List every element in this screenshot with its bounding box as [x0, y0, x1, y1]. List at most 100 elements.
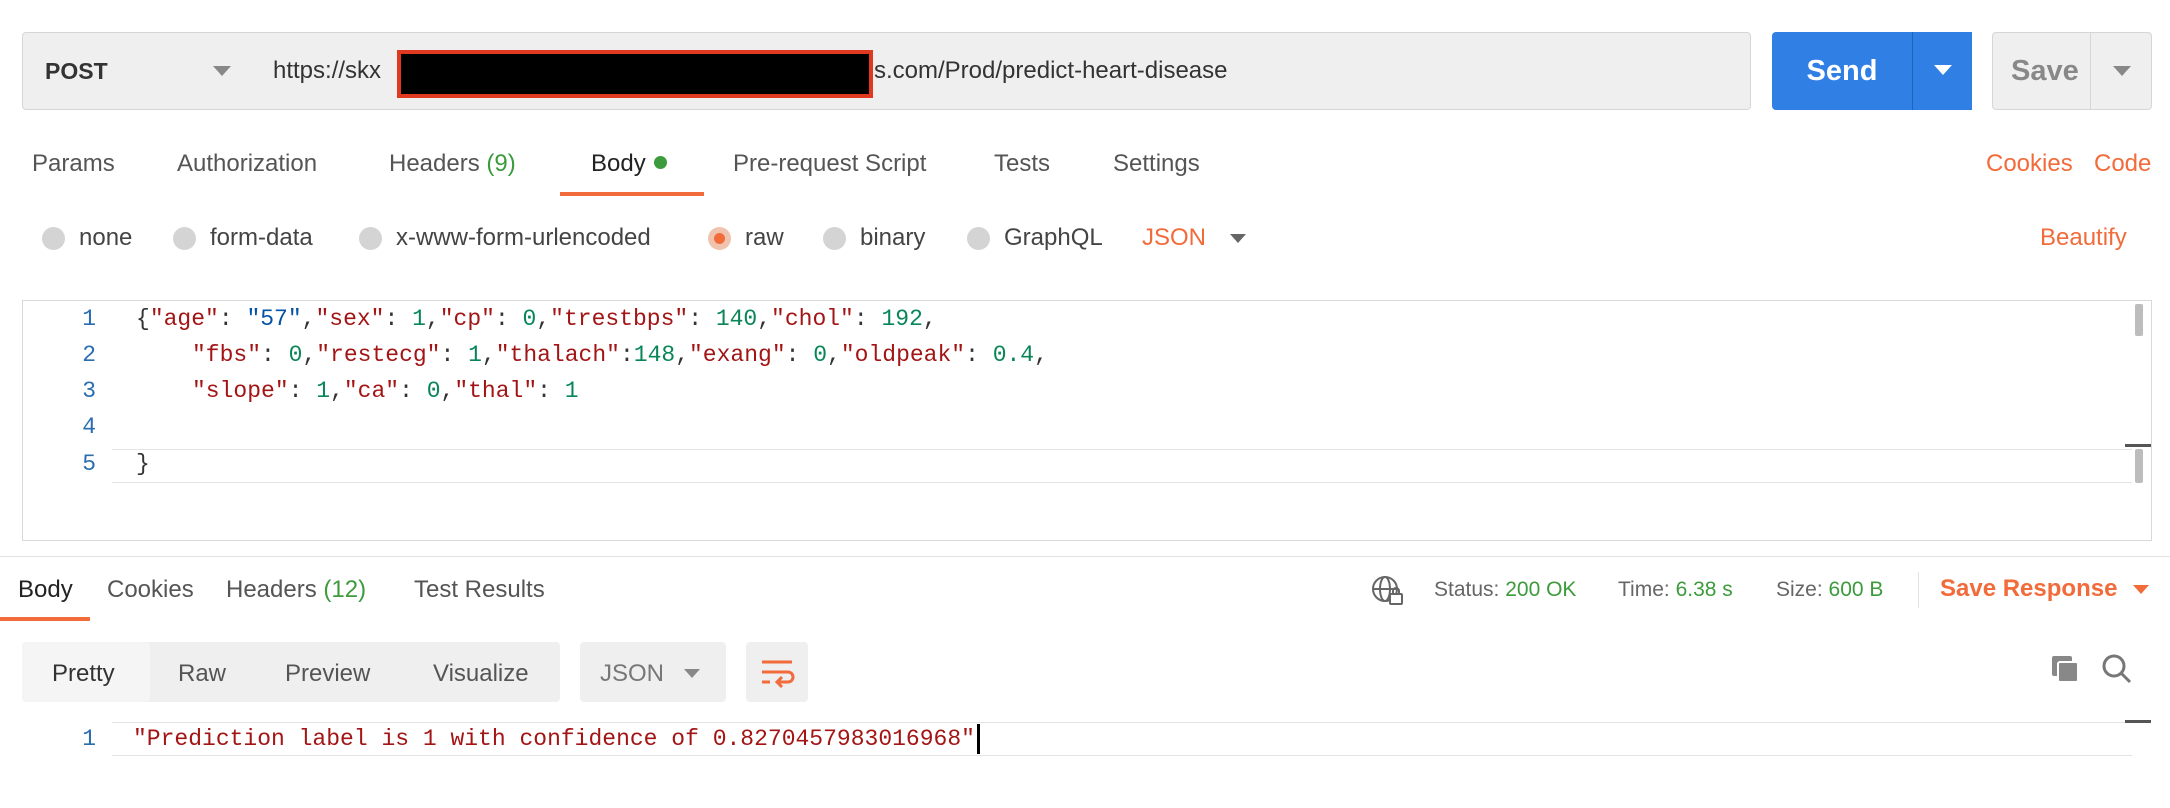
code-token: :: [494, 306, 523, 332]
code-link[interactable]: Code: [2094, 150, 2151, 178]
scroll-marker: [2125, 444, 2151, 447]
radio-icon: [42, 226, 65, 250]
body-type-binary[interactable]: binary: [823, 224, 925, 252]
code-token: :: [853, 306, 882, 332]
code-token: 0: [522, 306, 537, 332]
size-label: Size:: [1776, 578, 1823, 601]
tab-tests[interactable]: Tests: [994, 150, 1050, 178]
code-token: "cp": [439, 306, 495, 332]
raw-format-label: JSON: [1142, 224, 1207, 251]
send-options-button[interactable]: [1912, 32, 1972, 110]
save-options-button[interactable]: [2090, 32, 2152, 110]
code-token: 0: [426, 378, 441, 404]
view-preview-button[interactable]: Preview: [285, 660, 370, 688]
radio-icon: [823, 226, 846, 250]
search-icon[interactable]: [2100, 652, 2134, 686]
code-token: :: [384, 306, 413, 332]
radio-icon: [173, 226, 196, 250]
copy-icon[interactable]: [2048, 652, 2082, 686]
code-token: ,: [536, 306, 551, 332]
tab-body[interactable]: Body: [591, 150, 667, 178]
tab-pre-request-script[interactable]: Pre-request Script: [733, 150, 926, 178]
code-token: 1: [316, 378, 331, 404]
view-visualize-button[interactable]: Visualize: [433, 660, 529, 688]
editor-scrollbar[interactable]: [2135, 304, 2143, 336]
body-type-form-data[interactable]: form-data: [173, 224, 313, 252]
raw-format-select[interactable]: JSON: [1142, 224, 1247, 252]
radio-icon: [359, 226, 382, 250]
chevron-down-icon: [2113, 66, 2131, 76]
url-input[interactable]: https://skx s.com/Prod/predict-heart-dis…: [253, 32, 1751, 110]
response-tab-headers[interactable]: Headers (12): [226, 576, 366, 604]
scroll-marker: [2125, 720, 2151, 723]
current-line-highlight: [112, 449, 2132, 483]
meta-separator: [1918, 572, 1919, 608]
code-token: :: [440, 342, 469, 368]
active-response-tab-indicator: [0, 617, 90, 621]
code-token: "exang": [689, 342, 786, 368]
status-value: 200 OK: [1505, 578, 1577, 601]
response-format-select[interactable]: JSON: [580, 642, 726, 702]
beautify-link[interactable]: Beautify: [2040, 224, 2127, 252]
line-number: 4: [82, 414, 96, 440]
save-label: Save: [2011, 54, 2079, 87]
size-value: 600 B: [1828, 578, 1884, 601]
code-token: :: [965, 342, 993, 368]
request-body-editor[interactable]: [22, 300, 2152, 541]
network-globe-lock-icon[interactable]: [1370, 574, 1406, 608]
view-raw-button[interactable]: Raw: [178, 660, 226, 688]
method-select[interactable]: POST: [22, 32, 254, 110]
response-tab-headers-count: (12): [323, 576, 367, 603]
response-tab-test-results[interactable]: Test Results: [414, 576, 545, 604]
code-line-5: }: [136, 451, 150, 477]
response-view-toggle: Pretty Raw Preview Visualize: [22, 642, 560, 702]
tab-headers-label: Headers: [389, 150, 480, 177]
chevron-down-icon: [2133, 585, 2150, 595]
modified-dot-icon: [653, 156, 667, 170]
save-response-button[interactable]: Save Response: [1940, 575, 2150, 603]
body-type-raw[interactable]: raw: [708, 224, 784, 252]
code-token: "thal": [454, 378, 538, 404]
status-label: Status:: [1434, 578, 1500, 601]
code-token: ,: [302, 342, 317, 368]
editor-scrollbar-thumb[interactable]: [2135, 449, 2143, 483]
code-token: "slope": [192, 378, 289, 404]
cookies-link[interactable]: Cookies: [1986, 150, 2073, 178]
code-token: ,: [425, 306, 440, 332]
radio-label: form-data: [210, 224, 313, 251]
code-token: "fbs": [192, 342, 262, 368]
response-tab-cookies[interactable]: Cookies: [107, 576, 194, 604]
body-type-graphql[interactable]: GraphQL: [967, 224, 1103, 252]
tab-settings[interactable]: Settings: [1113, 150, 1200, 178]
tab-headers-count: (9): [486, 150, 516, 177]
code-token: 0.4: [992, 342, 1035, 368]
code-line-2: "fbs": 0,"restecg": 1,"thalach":148,"exa…: [192, 342, 1048, 368]
response-tab-body[interactable]: Body: [18, 576, 73, 604]
radio-selected-icon: [708, 226, 731, 250]
code-token: "age": [149, 306, 219, 332]
code-token: ,: [675, 342, 689, 368]
tab-authorization[interactable]: Authorization: [177, 150, 317, 178]
code-token: :: [399, 378, 427, 404]
chevron-down-icon: [1934, 65, 1952, 75]
tab-params[interactable]: Params: [32, 150, 115, 178]
wrap-lines-button[interactable]: [746, 642, 808, 702]
code-token: "ca": [343, 378, 400, 404]
body-type-none[interactable]: none: [42, 224, 132, 252]
send-label: Send: [1806, 54, 1878, 87]
code-token: ,: [301, 306, 316, 332]
code-token: "sex": [315, 306, 385, 332]
code-token: "oldpeak": [840, 342, 966, 368]
code-token: :: [261, 342, 289, 368]
code-token: ,: [330, 378, 344, 404]
code-token: {: [136, 306, 150, 332]
text-cursor: [976, 724, 980, 754]
code-line-3: "slope": 1,"ca": 0,"thal": 1: [192, 378, 579, 404]
view-pretty-button[interactable]: Pretty: [52, 660, 115, 688]
tab-headers[interactable]: Headers (9): [389, 150, 516, 178]
response-body-text[interactable]: "Prediction label is 1 with confidence o…: [133, 724, 980, 754]
response-string: "Prediction label is 1 with confidence o…: [133, 726, 975, 753]
chevron-down-icon: [684, 669, 700, 678]
body-type-urlencoded[interactable]: x-www-form-urlencoded: [359, 224, 651, 252]
pane-divider[interactable]: [0, 556, 2170, 557]
